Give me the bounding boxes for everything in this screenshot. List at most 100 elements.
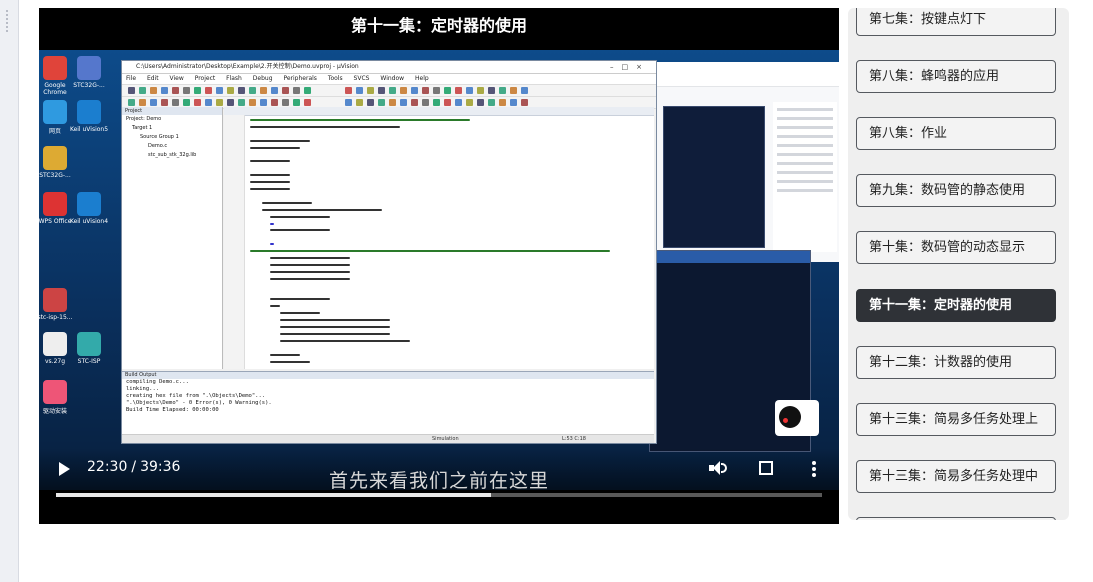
ide-menubar: File Edit View Project Flash Debug Perip… [122, 74, 656, 85]
toolbar-icon [466, 87, 473, 94]
window-controls-icon: –□× [610, 63, 650, 71]
toolbar-icon [378, 99, 385, 106]
desktop-app-label: 驱动安装 [42, 408, 67, 415]
toolbar-icon [282, 99, 289, 106]
code-line [270, 277, 350, 280]
volume-button[interactable] [709, 460, 727, 476]
code-line [250, 188, 290, 190]
playlist-item-partial[interactable] [856, 517, 1056, 520]
code-line [280, 332, 390, 335]
toolbar-icon [378, 87, 385, 94]
playlist-item[interactable]: 第八集：作业 [856, 117, 1056, 150]
code-editor [224, 107, 654, 369]
toolbar-icon [488, 87, 495, 94]
desktop-app-label: Keil uVision5 [69, 126, 109, 133]
toolbar-icon [422, 87, 429, 94]
desktop-app-label: Keil uVision4 [69, 218, 109, 225]
toolbar-icon [367, 87, 374, 94]
desktop-app-label: STC32G-... [73, 82, 105, 89]
status-mode: Simulation [432, 436, 459, 442]
code-line [280, 326, 390, 328]
code-line [280, 319, 390, 322]
code-line [262, 208, 382, 211]
video-frame[interactable]: Google Chrome STC32G-... 网页 Keil uVision5 ST… [39, 50, 839, 490]
video-player[interactable]: 第十一集：定时器的使用 Google Chrome STC32G-... 网页 Kei… [39, 8, 839, 524]
desktop-app-icon [43, 146, 67, 170]
progress-fill [56, 493, 492, 497]
code-line [250, 119, 470, 121]
fullscreen-button[interactable] [759, 461, 773, 475]
toolbar-icon [194, 87, 201, 94]
project-pane-header: Project [122, 107, 222, 115]
code-line [250, 250, 610, 253]
toolbar-icon [422, 99, 429, 106]
toolbar-icon [249, 99, 256, 106]
playlist-item[interactable]: 第九集：数码管的静态使用 [856, 174, 1056, 207]
duration: 39:36 [140, 459, 181, 475]
toolbar-icon [282, 87, 289, 94]
kumamon-sticker [771, 390, 823, 440]
episode-playlist: 第七集：按键点灯下 第八集：蜂鸣器的应用 第八集：作业 第九集：数码管的静态使用… [848, 8, 1069, 520]
ide-menu-item: Project [194, 75, 216, 82]
toolbar-icon [477, 99, 484, 106]
desktop-app-icon [43, 56, 67, 80]
toolbar-icon [128, 99, 135, 106]
playlist-item[interactable]: 第十集：数码管的动态显示 [856, 231, 1056, 264]
playlist-item[interactable]: 第十三集：简易多任务处理中 [856, 460, 1056, 493]
desktop-app-icon [43, 332, 67, 356]
code-line [270, 229, 330, 232]
code-line [250, 174, 290, 177]
tree-node: stc_sub_stk_32g.lib [148, 152, 197, 158]
code-line [280, 312, 320, 315]
more-vert-icon [810, 461, 818, 477]
toolbar-icon [216, 99, 223, 106]
playlist-item[interactable]: 第十二集：计数器的使用 [856, 346, 1056, 379]
build-output-line: ".\Objects\Demo" - 0 Error(s), 0 Warning… [126, 400, 272, 406]
code-line [250, 139, 310, 142]
play-button[interactable] [56, 460, 72, 478]
toolbar-icon [411, 87, 418, 94]
toolbar-icon [161, 87, 168, 94]
editor-tabbar [224, 107, 654, 116]
toolbar-icon [150, 99, 157, 106]
toolbar-icon [477, 87, 484, 94]
toolbar-icon [411, 99, 418, 106]
desktop-app-icon [43, 192, 67, 216]
code-line [250, 160, 290, 163]
build-output-line: creating hex file from ".\Objects\Demo".… [126, 393, 266, 399]
toolbar-icon [271, 99, 278, 106]
progress-bar[interactable] [56, 493, 822, 497]
toolbar-icon [356, 99, 363, 106]
more-options-button[interactable] [810, 460, 818, 478]
toolbar-icon [183, 99, 190, 106]
code-line [270, 263, 350, 266]
left-rail [0, 0, 19, 582]
toolbar-icon [172, 87, 179, 94]
time-display: 22:30/39:36 [87, 459, 180, 475]
time-separator: / [131, 459, 137, 475]
tree-node: Demo.c [148, 143, 168, 149]
toolbar-icon [139, 87, 146, 94]
playlist-item-active[interactable]: 第十一集：定时器的使用 [856, 289, 1056, 322]
toolbar-icon [345, 87, 352, 94]
toolbar-icon [227, 99, 234, 106]
code-line [270, 243, 274, 246]
tree-node: Source Group 1 [140, 134, 179, 140]
toolbar-icon [389, 87, 396, 94]
desktop-app-label: STC-ISP [77, 358, 101, 365]
ide-statusbar: Simulation L:53 C:18 [122, 434, 654, 443]
toolbar-icon [293, 99, 300, 106]
toolbar-icon [227, 87, 234, 94]
playlist-item[interactable]: 第十三集：简易多任务处理上 [856, 403, 1056, 436]
toolbar-icon [271, 87, 278, 94]
playlist-item[interactable]: 第八集：蜂鸣器的应用 [856, 60, 1056, 93]
toolbar-icon [345, 99, 352, 106]
ide-titlebar: C:\Users\Administrator\Desktop\Example\2… [122, 61, 656, 74]
toolbar-icon [455, 87, 462, 94]
ide-menu-item: Debug [252, 75, 273, 82]
ide-menu-item: SVCS [353, 75, 370, 82]
toolbar-icon [488, 99, 495, 106]
background-window [655, 62, 839, 262]
playlist-item[interactable]: 第七集：按键点灯下 [856, 8, 1056, 36]
desktop-app-icon [43, 380, 67, 404]
